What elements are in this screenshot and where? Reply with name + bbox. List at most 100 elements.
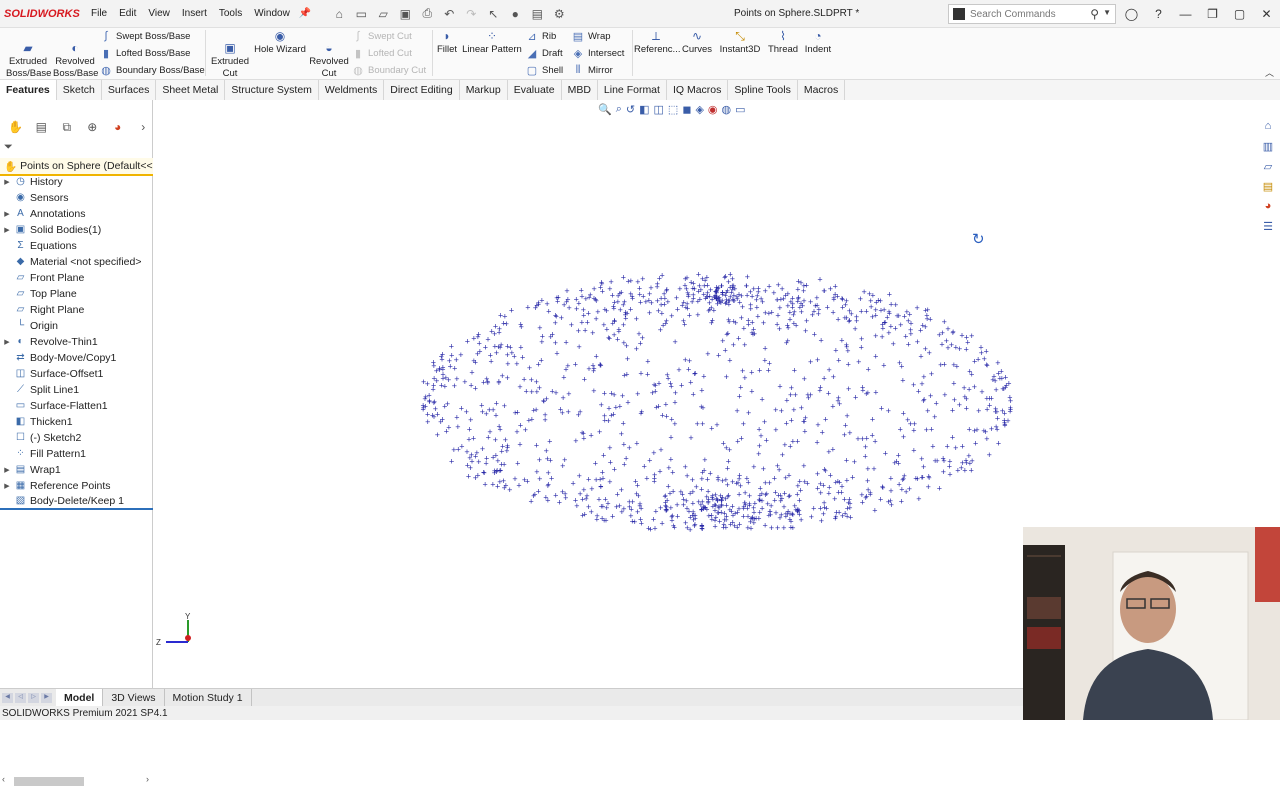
chevron-right-icon[interactable]: › <box>134 120 154 136</box>
curves-button[interactable]: ∿ Curves <box>680 30 714 56</box>
extruded-cut-button[interactable]: ▣ Extruded Cut <box>209 30 251 80</box>
wrap-button[interactable]: ▤ Wrap <box>572 30 611 43</box>
maximize-icon[interactable]: ▢ <box>1226 7 1253 21</box>
tree-item[interactable]: ◉ Sensors <box>0 190 153 206</box>
expand-arrow-icon[interactable]: ▶ <box>0 482 14 490</box>
tab-evaluate[interactable]: Evaluate <box>508 80 562 100</box>
tab-3d-views[interactable]: 3D Views <box>103 688 165 707</box>
revolved-cut-button[interactable]: ◒ Revolved Cut <box>308 30 350 80</box>
tree-item[interactable]: └ Origin <box>0 318 153 334</box>
tree-item[interactable]: ◧ Thicken1 <box>0 414 153 430</box>
boundary-boss-button[interactable]: ◍ Boundary Boss/Base <box>100 64 205 77</box>
menu-tools[interactable]: Tools <box>218 6 243 21</box>
home-icon[interactable]: ⌂ <box>331 6 347 22</box>
menu-window[interactable]: Window <box>253 6 291 21</box>
print-icon[interactable]: ⎙ <box>419 6 435 22</box>
lofted-cut-button[interactable]: ▮ Lofted Cut <box>352 47 412 60</box>
next-tab-icon[interactable]: ▷ <box>28 692 39 703</box>
shell-button[interactable]: ▢ Shell <box>526 64 563 77</box>
property-manager-icon[interactable]: ▤ <box>32 120 52 136</box>
rib-button[interactable]: ⊿ Rib <box>526 30 556 43</box>
reference-geometry-button[interactable]: ⟂ Referenc... <box>634 30 680 56</box>
tree-item[interactable]: ⁘ Fill Pattern1 <box>0 446 153 462</box>
menu-insert[interactable]: Insert <box>181 6 208 21</box>
tab-surfaces[interactable]: Surfaces <box>102 80 157 100</box>
extruded-boss-button[interactable]: ▰ Extruded Boss/Base <box>6 30 51 80</box>
scrollbar-thumb[interactable] <box>14 777 84 786</box>
fillet-button[interactable]: ◗ Fillet <box>434 30 460 56</box>
close-icon[interactable]: ✕ <box>1253 7 1280 21</box>
configuration-manager-icon[interactable]: ⧉ <box>57 120 77 136</box>
pin-icon[interactable]: 📌 <box>299 8 311 19</box>
select-icon[interactable]: ↖ <box>485 6 501 22</box>
tab-mbd[interactable]: MBD <box>562 80 598 100</box>
help-icon[interactable]: ? <box>1145 7 1172 21</box>
feature-manager-icon[interactable]: ✋ <box>6 120 26 136</box>
mirror-button[interactable]: ⫴ Mirror <box>572 64 613 77</box>
tab-weldments[interactable]: Weldments <box>319 80 385 100</box>
collapse-ribbon-icon[interactable]: ︿ <box>1265 66 1274 79</box>
indent-button[interactable]: ◔ Indent <box>802 30 834 56</box>
swept-cut-button[interactable]: ∫ Swept Cut <box>352 30 411 42</box>
lofted-boss-button[interactable]: ▮ Lofted Boss/Base <box>100 47 191 60</box>
tab-sheet-metal[interactable]: Sheet Metal <box>156 80 226 100</box>
expand-arrow-icon[interactable]: ▶ <box>0 226 14 234</box>
intersect-button[interactable]: ◈ Intersect <box>572 47 625 60</box>
dimxpert-icon[interactable]: ⊕ <box>83 120 103 136</box>
user-icon[interactable]: ◯ <box>1118 7 1145 21</box>
scroll-right-icon[interactable]: › <box>146 774 149 784</box>
tree-item[interactable]: ▱ Right Plane <box>0 302 153 318</box>
tab-model[interactable]: Model <box>56 688 104 707</box>
new-icon[interactable]: ▭ <box>353 6 369 22</box>
menu-file[interactable]: File <box>90 6 108 21</box>
save-icon[interactable]: ▣ <box>397 6 413 22</box>
tab-features[interactable]: Features <box>0 80 57 100</box>
open-icon[interactable]: ▱ <box>375 6 391 22</box>
redo-icon[interactable]: ↷ <box>463 6 479 22</box>
solidworks-logo[interactable]: SOLIDWORKS <box>0 8 90 20</box>
tree-scrollbar[interactable]: ‹ › <box>0 774 153 788</box>
draft-button[interactable]: ◢ Draft <box>526 47 563 60</box>
tab-iq-macros[interactable]: IQ Macros <box>667 80 729 100</box>
hole-wizard-button[interactable]: ◉ Hole Wizard <box>253 30 307 56</box>
tab-structure-system[interactable]: Structure System <box>225 80 319 100</box>
options-gear-icon[interactable]: ⚙ <box>551 6 567 22</box>
tree-item[interactable]: ⟋ Split Line1 <box>0 382 153 398</box>
undo-icon[interactable]: ↶ <box>441 6 457 22</box>
tab-line-format[interactable]: Line Format <box>598 80 667 100</box>
tree-item[interactable]: ▭ Surface-Flatten1 <box>0 398 153 414</box>
tree-item[interactable]: ▧ Body-Delete/Keep 1 <box>0 494 153 510</box>
expand-arrow-icon[interactable]: ▶ <box>0 210 14 218</box>
swept-boss-button[interactable]: ∫ Swept Boss/Base <box>100 30 190 42</box>
tab-markup[interactable]: Markup <box>460 80 508 100</box>
restore-icon[interactable]: ❐ <box>1199 7 1226 21</box>
menu-edit[interactable]: Edit <box>118 6 137 21</box>
last-tab-icon[interactable]: ▶ <box>41 692 52 703</box>
tree-item[interactable]: ▶ A Annotations <box>0 206 153 222</box>
chevron-down-icon[interactable]: ▼ <box>1103 8 1111 17</box>
tree-item[interactable]: ▶ ◐ Revolve-Thin1 <box>0 334 153 350</box>
tree-item[interactable]: ▱ Top Plane <box>0 286 153 302</box>
tree-item[interactable]: ⇄ Body-Move/Copy1 <box>0 350 153 366</box>
expand-arrow-icon[interactable]: ▶ <box>0 178 14 186</box>
minimize-icon[interactable]: — <box>1172 7 1199 21</box>
tree-item[interactable]: ▶ ▣ Solid Bodies(1) <box>0 222 153 238</box>
tab-sketch[interactable]: Sketch <box>57 80 102 100</box>
prev-tab-icon[interactable]: ◁ <box>15 692 26 703</box>
search-icon[interactable]: ⚲ <box>1090 7 1099 21</box>
rebuild-icon[interactable]: ● <box>507 6 523 22</box>
linear-pattern-button[interactable]: ⁘ Linear Pattern <box>462 30 522 56</box>
boundary-cut-button[interactable]: ◍ Boundary Cut <box>352 64 426 77</box>
tree-item[interactable]: ▶ ◷ History <box>0 174 153 190</box>
filter-icon[interactable]: ⏷ <box>4 141 13 154</box>
tree-item[interactable]: ▶ ▤ Wrap1 <box>0 462 153 478</box>
tab-spline-tools[interactable]: Spline Tools <box>728 80 798 100</box>
expand-arrow-icon[interactable]: ▶ <box>0 466 14 474</box>
tree-item[interactable]: ▱ Front Plane <box>0 270 153 286</box>
tree-item[interactable]: ◫ Surface-Offset1 <box>0 366 153 382</box>
tree-item[interactable]: ◆ Material <not specified> <box>0 254 153 270</box>
search-commands-input[interactable]: Search Commands ⚲ ▼ <box>948 4 1116 24</box>
tab-motion-study[interactable]: Motion Study 1 <box>165 688 252 707</box>
file-properties-icon[interactable]: ▤ <box>529 6 545 22</box>
tree-item[interactable]: ☐ (-) Sketch2 <box>0 430 153 446</box>
